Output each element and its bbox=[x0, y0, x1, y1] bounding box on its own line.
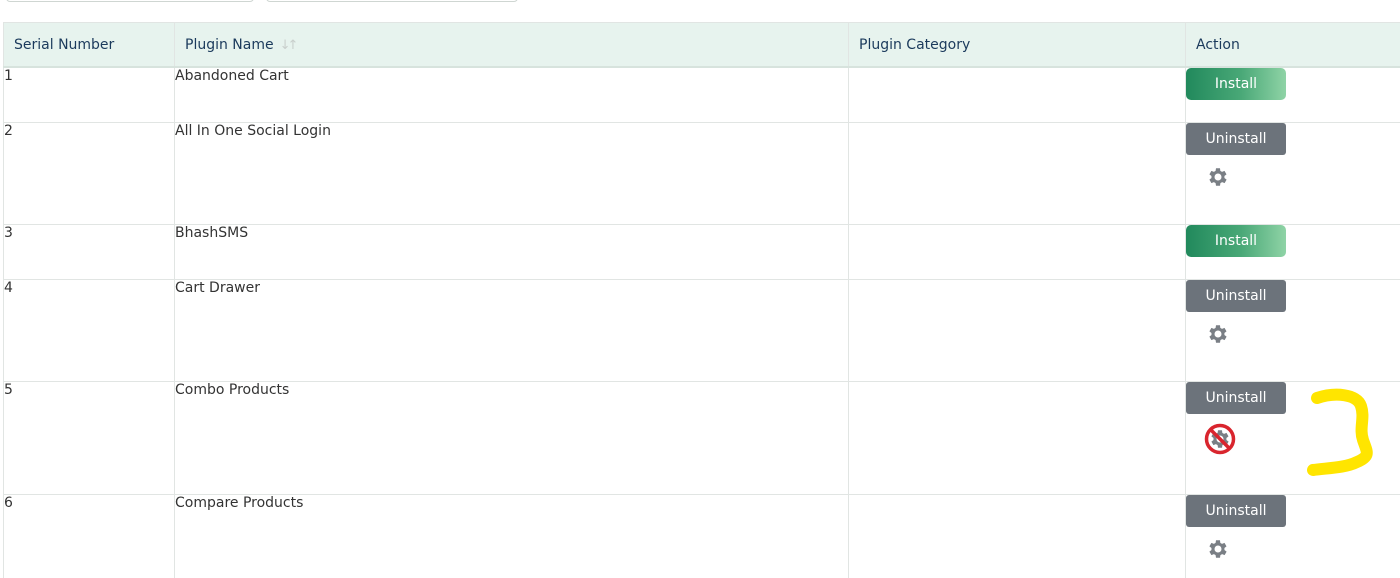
plugin-name-cell: Cart Drawer bbox=[174, 279, 849, 382]
serial-cell: 3 bbox=[3, 224, 175, 280]
sort-arrows-icon[interactable]: ↓↑ bbox=[280, 38, 299, 53]
uninstall-button[interactable]: Uninstall bbox=[1186, 495, 1286, 527]
serial-cell: 1 bbox=[3, 66, 175, 123]
plugin-name-cell: Combo Products bbox=[174, 381, 849, 495]
header-plugin-category: Plugin Category bbox=[848, 22, 1186, 68]
table-row: 4 Cart Drawer Uninstall bbox=[3, 279, 1400, 382]
header-serial-number: Serial Number bbox=[3, 22, 175, 68]
plugins-table: Serial Number Plugin Name ↓↑ Plugin Categ… bbox=[3, 22, 1400, 578]
action-cell: Uninstall bbox=[1185, 494, 1400, 578]
header-plugin-name[interactable]: Plugin Name ↓↑ bbox=[174, 22, 849, 68]
header-action: Action bbox=[1185, 22, 1400, 68]
table-row: 6 Compare Products Uninstall bbox=[3, 494, 1400, 578]
plugin-name-cell: BhashSMS bbox=[174, 224, 849, 280]
plugin-name-cell: Compare Products bbox=[174, 494, 849, 578]
install-button[interactable]: Install bbox=[1186, 225, 1286, 257]
category-filter-input[interactable] bbox=[266, 0, 518, 2]
table-row: 2 All In One Social Login Uninstall bbox=[3, 122, 1400, 225]
header-plugin-name-label: Plugin Name bbox=[185, 36, 274, 53]
table-row: 1 Abandoned Cart Install bbox=[3, 66, 1400, 123]
serial-cell: 5 bbox=[3, 381, 175, 495]
table-row: 5 Combo Products Uninstall bbox=[3, 381, 1400, 495]
gear-icon[interactable] bbox=[1206, 165, 1230, 189]
plugin-category-cell bbox=[848, 381, 1186, 495]
action-cell: Install bbox=[1185, 224, 1400, 280]
header-serial-label: Serial Number bbox=[14, 36, 115, 53]
plugin-category-cell bbox=[848, 494, 1186, 578]
serial-cell: 4 bbox=[3, 279, 175, 382]
gear-disabled-icon[interactable] bbox=[1203, 422, 1237, 456]
install-button[interactable]: Install bbox=[1186, 68, 1286, 100]
serial-cell: 6 bbox=[3, 494, 175, 578]
search-input[interactable] bbox=[6, 0, 254, 2]
plugin-category-cell bbox=[848, 66, 1186, 123]
table-row: 3 BhashSMS Install bbox=[3, 224, 1400, 280]
header-category-label: Plugin Category bbox=[859, 36, 971, 53]
uninstall-button[interactable]: Uninstall bbox=[1186, 280, 1286, 312]
plugin-category-cell bbox=[848, 122, 1186, 225]
uninstall-button[interactable]: Uninstall bbox=[1186, 382, 1286, 414]
action-cell: Uninstall bbox=[1185, 381, 1400, 495]
filter-bar bbox=[0, 0, 1400, 22]
uninstall-button[interactable]: Uninstall bbox=[1186, 123, 1286, 155]
plugins-page: Serial Number Plugin Name ↓↑ Plugin Categ… bbox=[0, 0, 1400, 578]
plugin-name-cell: All In One Social Login bbox=[174, 122, 849, 225]
gear-icon[interactable] bbox=[1206, 537, 1230, 561]
header-action-label: Action bbox=[1196, 36, 1240, 53]
action-cell: Uninstall bbox=[1185, 279, 1400, 382]
serial-cell: 2 bbox=[3, 122, 175, 225]
plugin-category-cell bbox=[848, 224, 1186, 280]
table-header-row: Serial Number Plugin Name ↓↑ Plugin Categ… bbox=[3, 22, 1400, 68]
plugin-category-cell bbox=[848, 279, 1186, 382]
forbidden-icon bbox=[1204, 423, 1236, 455]
action-cell: Uninstall bbox=[1185, 122, 1400, 225]
action-cell: Install bbox=[1185, 66, 1400, 123]
plugin-name-cell: Abandoned Cart bbox=[174, 66, 849, 123]
gear-icon[interactable] bbox=[1206, 322, 1230, 346]
